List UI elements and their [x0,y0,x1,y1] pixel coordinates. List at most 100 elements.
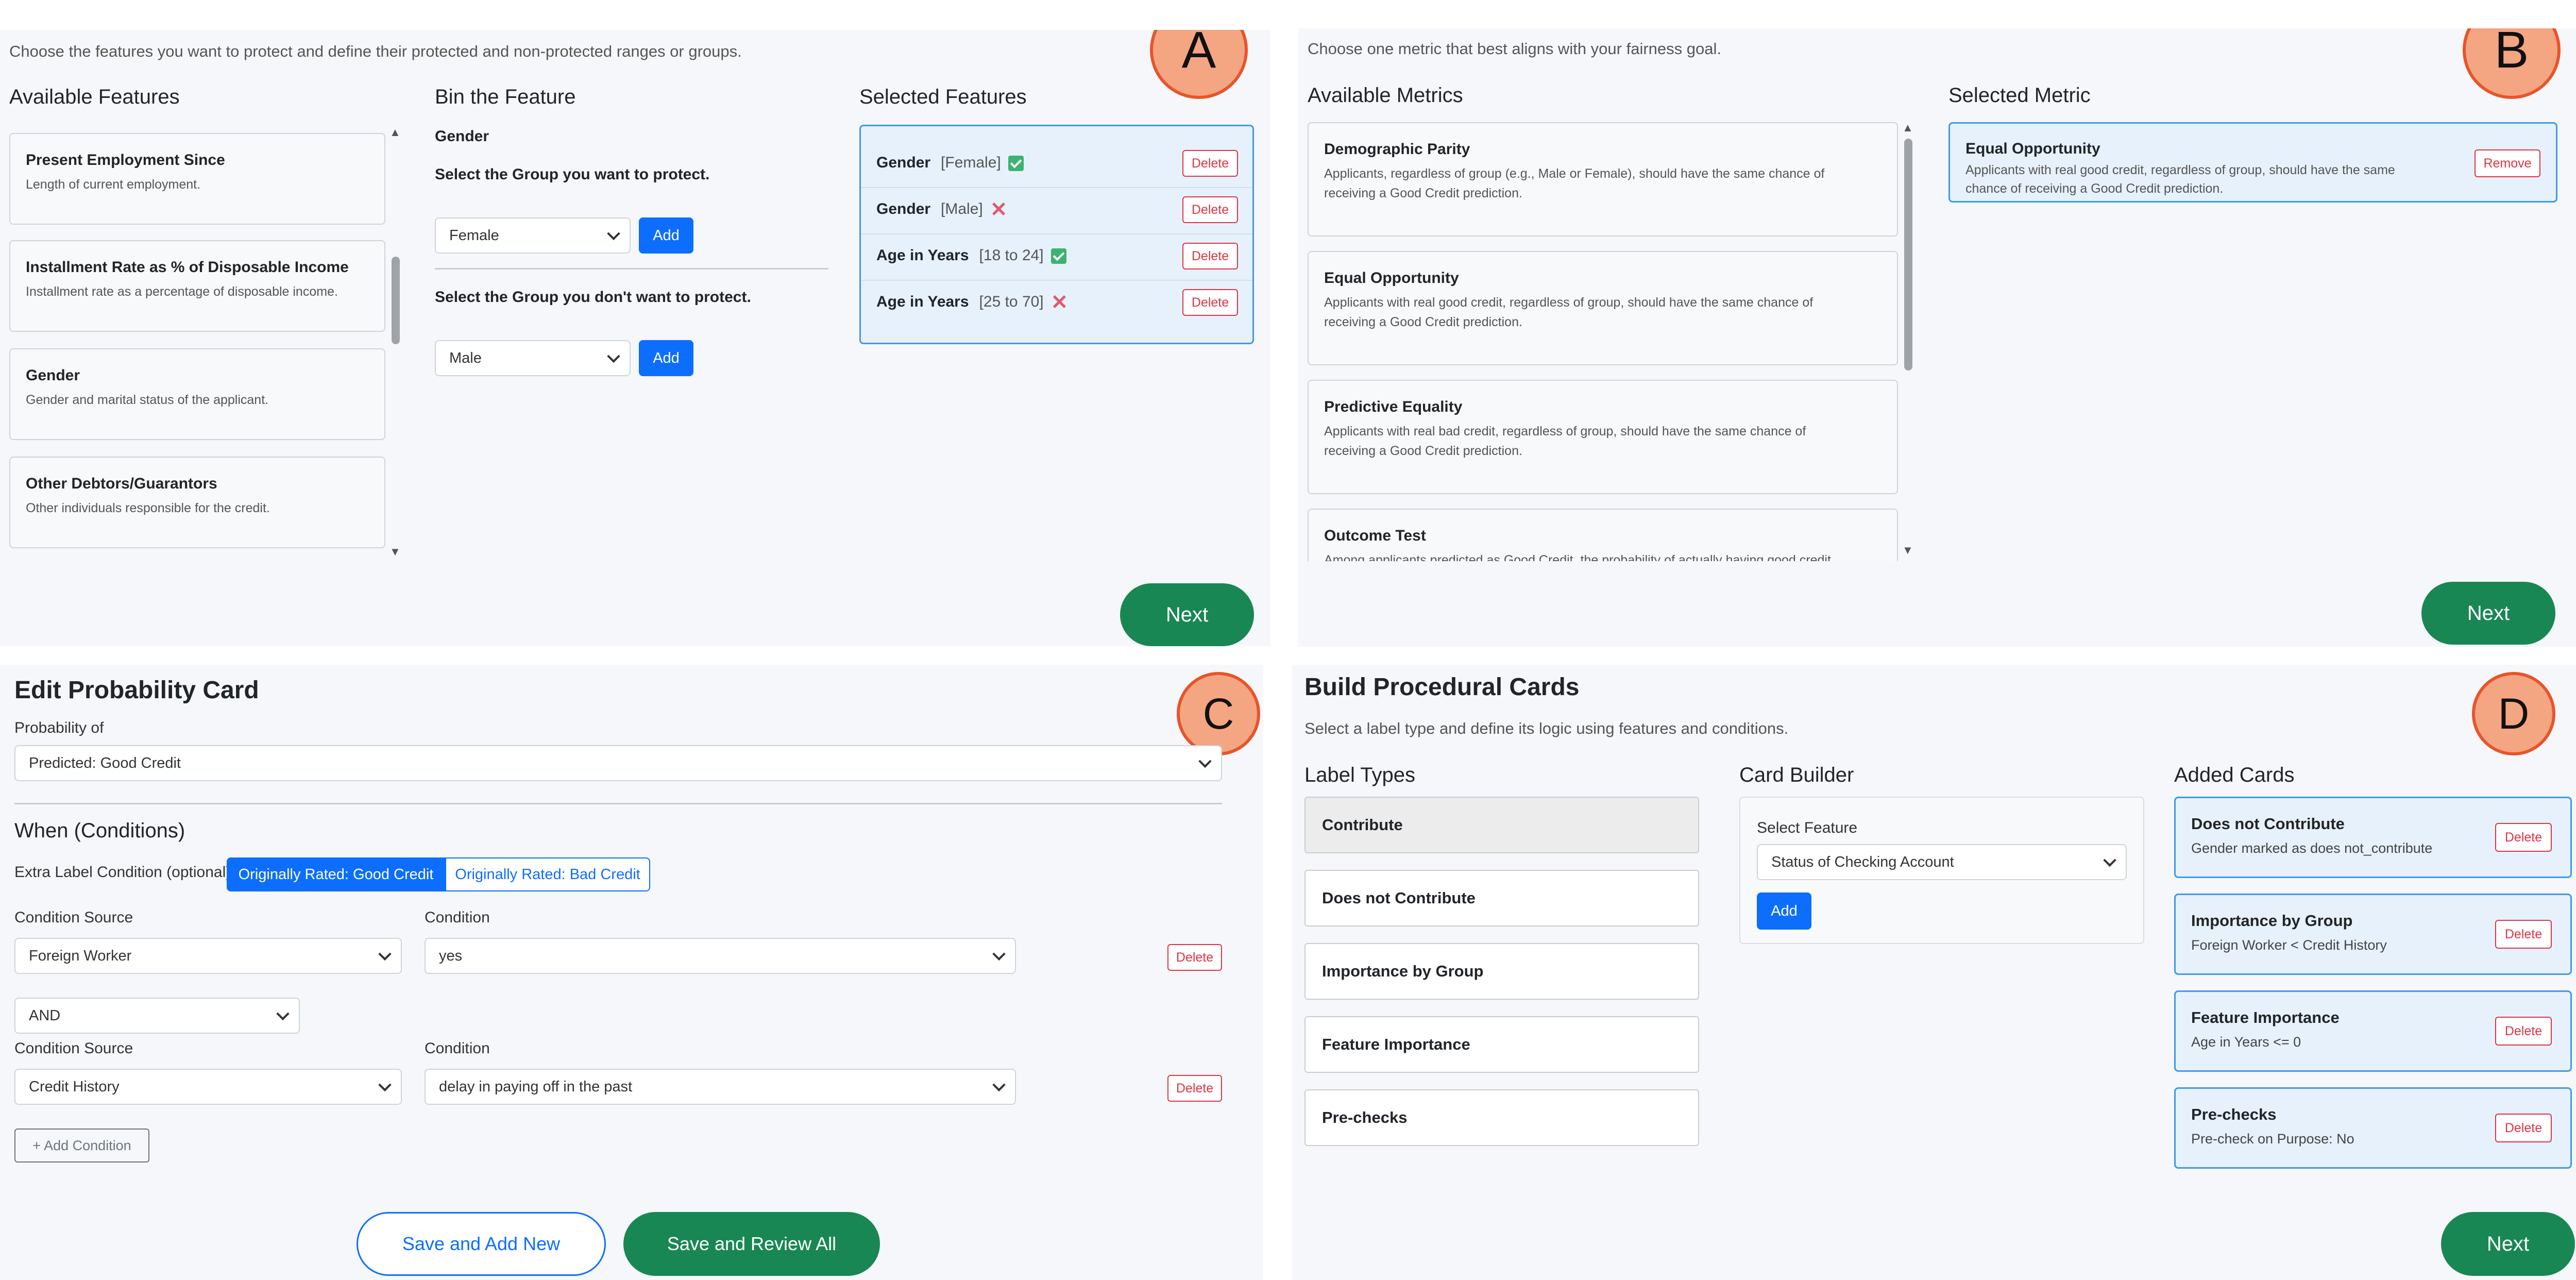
added-card-desc: Foreign Worker < Credit History [2191,937,2387,953]
feature-desc: Other individuals responsible for the cr… [26,501,270,515]
added-cards-heading: Added Cards [2174,764,2295,786]
condition-select[interactable]: delay in paying off in the past [425,1069,1016,1105]
scroll-down-icon[interactable]: ▼ [1902,544,1913,557]
feature-title: Installment Rate as % of Disposable Inco… [26,259,349,276]
panel-b-intro: Choose one metric that best aligns with … [1308,40,1721,58]
label-type-contribute[interactable]: Contribute [1304,797,1699,853]
next-button[interactable]: Next [2441,1212,2575,1276]
protected-group-value: Female [449,227,499,244]
label-type-feature-importance[interactable]: Feature Importance [1304,1016,1699,1073]
chevron-down-icon [992,947,1006,961]
probability-select[interactable]: Predicted: Good Credit [14,745,1222,781]
next-button[interactable]: Next [1120,583,1254,646]
feature-card[interactable]: Present Employment Since Length of curre… [9,133,385,225]
selected-feature-range: [Female] [941,154,1001,171]
feature-select[interactable]: Status of Checking Account [1757,844,2127,880]
label-type-importance-by-group[interactable]: Importance by Group [1304,943,1699,1000]
metric-title: Predictive Equality [1324,398,1463,415]
scroll-down-icon[interactable]: ▼ [389,545,401,559]
selected-feature-row: Age in Years [25 to 70] ✕ [876,291,1069,314]
next-button[interactable]: Next [2421,582,2555,645]
protected-check-icon [1050,248,1066,264]
delete-button[interactable]: Delete [2495,920,2552,949]
save-and-add-new-button[interactable]: Save and Add New [357,1212,606,1276]
selected-feature-name: Gender [876,154,931,171]
list-clip [1298,561,1917,647]
condition-select[interactable]: yes [425,938,1016,974]
selected-feature-name: Age in Years [876,247,969,264]
originally-good-credit-toggle[interactable]: Originally Rated: Good Credit [227,857,445,891]
chevron-down-icon [1198,754,1212,768]
remove-button[interactable]: Remove [2475,149,2540,177]
add-protected-button[interactable]: Add [639,217,693,254]
features-scrollbar[interactable] [392,257,400,344]
delete-button[interactable]: Delete [2495,1017,2552,1046]
added-card-desc: Gender marked as does not_contribute [2191,840,2433,856]
selected-feature-range: [Male] [941,200,983,217]
feature-card[interactable]: Gender Gender and marital status of the … [9,348,385,440]
condition-label: Condition [425,1040,490,1057]
metric-card[interactable]: Demographic Parity Applicants, regardles… [1308,122,1898,237]
operator-select[interactable]: AND [14,998,300,1034]
add-card-button[interactable]: Add [1757,892,1811,930]
operator-value: AND [29,1007,61,1024]
condition-source-label: Condition Source [14,909,133,926]
chevron-down-icon [607,227,620,241]
condition-source-select[interactable]: Foreign Worker [14,938,402,974]
metric-desc: receiving a Good Credit prediction. [1324,315,1522,329]
metric-title: Outcome Test [1324,527,1426,544]
protected-group-select[interactable]: Female [435,217,631,254]
scroll-up-icon[interactable]: ▲ [389,126,401,139]
probability-value: Predicted: Good Credit [29,754,181,771]
add-condition-button[interactable]: + Add Condition [14,1129,149,1163]
feature-card[interactable]: Installment Rate as % of Disposable Inco… [9,240,385,332]
metric-card[interactable]: Predictive Equality Applicants with real… [1308,380,1898,494]
added-card-desc: Age in Years <= 0 [2191,1034,2301,1050]
selected-feature-range: [25 to 70] [979,293,1044,310]
condition-source-label: Condition Source [14,1040,133,1057]
conditions-heading: When (Conditions) [14,819,185,842]
selected-feature-name: Age in Years [876,293,969,310]
nonprotected-group-select[interactable]: Male [435,340,631,376]
delete-condition-button[interactable]: Delete [1167,1075,1222,1102]
not-protected-x-icon: ✕ [990,198,1008,222]
panel-a-feature-selection: A Choose the features you want to protec… [0,30,1270,646]
delete-button[interactable]: Delete [1182,289,1238,316]
not-protected-x-icon: ✕ [1050,291,1069,314]
delete-condition-button[interactable]: Delete [1167,944,1222,971]
row-divider [861,233,1252,234]
selected-metric-heading: Selected Metric [1948,84,2091,107]
selected-feature-row: Gender [Male] ✕ [876,198,1008,222]
panel-badge-c: C [1177,672,1260,755]
available-features-heading: Available Features [9,86,180,108]
label-type-does-not-contribute[interactable]: Does not Contribute [1304,870,1699,927]
protect-prompt: Select the Group you want to protect. [435,166,710,183]
panel-d-intro: Select a label type and define its logic… [1304,719,1789,737]
feature-title: Other Debtors/Guarantors [26,475,217,492]
chevron-down-icon [992,1078,1006,1092]
added-card-title: Pre-checks [2191,1105,2277,1123]
panel-badge-a: A [1150,30,1248,99]
metrics-scrollbar[interactable] [1904,139,1912,370]
add-nonprotected-button[interactable]: Add [639,340,693,376]
page-title: Build Procedural Cards [1304,673,1580,701]
metric-card[interactable]: Equal Opportunity Applicants with real g… [1308,251,1898,365]
delete-button[interactable]: Delete [2495,1114,2552,1142]
save-and-review-all-button[interactable]: Save and Review All [623,1212,880,1276]
scroll-up-icon[interactable]: ▲ [1902,121,1913,134]
delete-button[interactable]: Delete [1182,150,1238,177]
condition-source-select[interactable]: Credit History [14,1069,402,1105]
delete-button[interactable]: Delete [2495,823,2552,852]
originally-bad-credit-toggle[interactable]: Originally Rated: Bad Credit [445,857,650,891]
chevron-down-icon [2103,853,2116,867]
added-card-title: Feature Importance [2191,1008,2340,1026]
metric-desc: Applicants with real good credit, regard… [1324,295,1814,310]
feature-title: Gender [26,367,80,384]
label-type-pre-checks[interactable]: Pre-checks [1304,1089,1699,1146]
feature-card[interactable]: Other Debtors/Guarantors Other individua… [9,457,385,548]
delete-button[interactable]: Delete [1182,243,1238,270]
delete-button[interactable]: Delete [1182,196,1238,223]
card-builder-box: Select Feature Status of Checking Accoun… [1739,797,2144,944]
added-card-desc: Pre-check on Purpose: No [2191,1131,2354,1147]
divider [435,268,828,270]
